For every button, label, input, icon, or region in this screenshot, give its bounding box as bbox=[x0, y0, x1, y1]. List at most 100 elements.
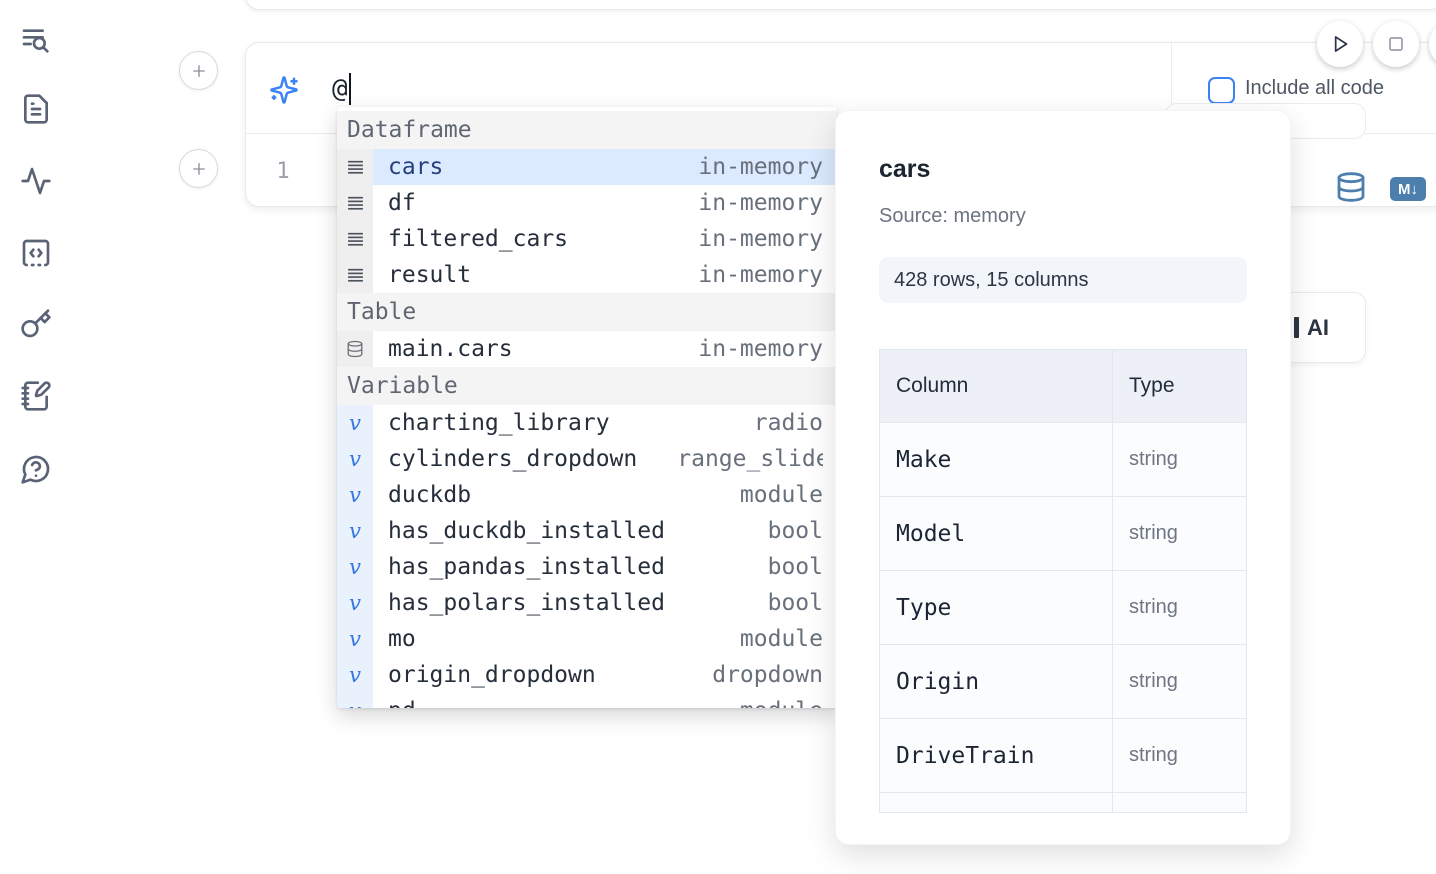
option-type: in-memory bbox=[698, 336, 823, 362]
column-cell: DriveTrain bbox=[880, 719, 1113, 792]
dataframe-preview-panel: cars Source: memory 428 rows, 15 columns… bbox=[835, 110, 1291, 845]
option-origin-dropdown[interactable]: v origin_dropdown dropdown bbox=[337, 657, 837, 693]
schema-row: DriveTrain string bbox=[880, 718, 1246, 792]
sparkles-icon bbox=[269, 75, 299, 105]
key-icon[interactable] bbox=[20, 308, 52, 340]
option-type: module bbox=[740, 626, 823, 652]
clipped-letter bbox=[1294, 317, 1299, 338]
variable-icon: v bbox=[337, 585, 373, 621]
option-name: filtered_cars bbox=[388, 226, 568, 252]
option-df[interactable]: df in-memory bbox=[337, 185, 837, 221]
add-cell-below-button[interactable] bbox=[179, 149, 218, 188]
variable-icon: v bbox=[337, 441, 373, 477]
add-cell-above-button[interactable] bbox=[179, 51, 218, 90]
option-type: in-memory bbox=[698, 226, 823, 252]
option-has-duckdb-installed[interactable]: v has_duckdb_installed bool bbox=[337, 513, 837, 549]
database-icon bbox=[337, 331, 373, 367]
type-cell: string bbox=[1113, 423, 1246, 496]
option-cylinders-dropdown[interactable]: v cylinders_dropdown range_slider bbox=[337, 441, 837, 477]
include-all-code-checkbox[interactable] bbox=[1208, 77, 1235, 104]
option-type: bool bbox=[768, 518, 823, 544]
column-header: Column bbox=[880, 350, 1113, 422]
option-name: cars bbox=[388, 154, 443, 180]
option-name: has_pandas_installed bbox=[388, 554, 665, 580]
variable-icon: v bbox=[337, 621, 373, 657]
notebook-pen-icon[interactable] bbox=[20, 380, 52, 412]
type-header: Type bbox=[1113, 350, 1246, 422]
database-icon[interactable] bbox=[1335, 171, 1367, 203]
option-type: bool bbox=[768, 590, 823, 616]
variable-icon: v bbox=[337, 513, 373, 549]
rows-icon bbox=[337, 149, 373, 185]
list-search-icon[interactable] bbox=[20, 24, 52, 56]
rows-icon bbox=[337, 185, 373, 221]
rows-icon bbox=[337, 257, 373, 293]
variable-icon: v bbox=[337, 693, 373, 708]
run-cell-button[interactable] bbox=[1317, 21, 1363, 67]
markdown-icon[interactable]: M↓ bbox=[1390, 177, 1426, 201]
preview-shape-badge: 428 rows, 15 columns bbox=[879, 257, 1247, 303]
snippets-code-icon[interactable] bbox=[20, 237, 52, 269]
option-name: mo bbox=[388, 626, 416, 652]
option-charting-library[interactable]: v charting_library radio bbox=[337, 405, 837, 441]
column-cell: Make bbox=[880, 423, 1113, 496]
option-type: dropdown bbox=[712, 662, 823, 688]
option-pd[interactable]: v pd module bbox=[337, 693, 837, 708]
previous-cell-edge bbox=[245, 0, 1436, 10]
section-header-dataframe: Dataframe bbox=[337, 111, 837, 149]
sidebar bbox=[0, 0, 72, 874]
schema-row-clipped bbox=[880, 792, 1246, 813]
type-cell bbox=[1113, 793, 1246, 813]
stop-icon bbox=[1383, 31, 1409, 57]
option-cars[interactable]: cars in-memory bbox=[337, 149, 837, 185]
activity-icon[interactable] bbox=[20, 165, 52, 197]
option-type: in-memory bbox=[698, 154, 823, 180]
option-main-cars[interactable]: main.cars in-memory bbox=[337, 331, 837, 367]
preview-source: Source: memory bbox=[879, 205, 1026, 228]
option-type: in-memory bbox=[698, 190, 823, 216]
play-icon bbox=[1327, 31, 1353, 57]
column-cell: Type bbox=[880, 571, 1113, 644]
autocomplete-dropdown: Dataframe cars in-memory df in-memory fi… bbox=[337, 107, 837, 708]
option-name: cylinders_dropdown bbox=[388, 446, 637, 472]
column-cell: Model bbox=[880, 497, 1113, 570]
option-name: origin_dropdown bbox=[388, 662, 596, 688]
option-type: module bbox=[740, 482, 823, 508]
option-duckdb[interactable]: v duckdb module bbox=[337, 477, 837, 513]
option-result[interactable]: result in-memory bbox=[337, 257, 837, 293]
option-name: has_duckdb_installed bbox=[388, 518, 665, 544]
option-type: range_slider bbox=[677, 446, 823, 472]
option-name: duckdb bbox=[388, 482, 471, 508]
help-circle-icon[interactable] bbox=[20, 453, 52, 485]
option-mo[interactable]: v mo module bbox=[337, 621, 837, 657]
schema-row: Model string bbox=[880, 496, 1246, 570]
option-filtered-cars[interactable]: filtered_cars in-memory bbox=[337, 221, 837, 257]
section-header-table: Table bbox=[337, 293, 837, 331]
option-type: radio bbox=[754, 410, 823, 436]
variable-icon: v bbox=[337, 405, 373, 441]
type-cell: string bbox=[1113, 497, 1246, 570]
option-name: main.cars bbox=[388, 336, 513, 362]
variable-icon: v bbox=[337, 477, 373, 513]
option-has-polars-installed[interactable]: v has_polars_installed bool bbox=[337, 585, 837, 621]
text-cursor bbox=[349, 73, 351, 105]
option-type: module bbox=[740, 698, 823, 708]
option-type: in-memory bbox=[698, 262, 823, 288]
option-has-pandas-installed[interactable]: v has_pandas_installed bool bbox=[337, 549, 837, 585]
schema-row: Origin string bbox=[880, 644, 1246, 718]
ai-card-label: AI bbox=[1307, 315, 1329, 341]
stop-button[interactable] bbox=[1373, 21, 1419, 67]
option-name: result bbox=[388, 262, 471, 288]
file-text-icon[interactable] bbox=[20, 93, 52, 125]
schema-header-row: Column Type bbox=[880, 350, 1246, 422]
preview-schema-table: Column Type Make string Model string Typ… bbox=[879, 349, 1247, 813]
option-name: charting_library bbox=[388, 410, 610, 436]
option-name: has_polars_installed bbox=[388, 590, 665, 616]
option-name: df bbox=[388, 190, 416, 216]
prompt-text: @ bbox=[332, 74, 348, 104]
variable-icon: v bbox=[337, 657, 373, 693]
option-type: bool bbox=[768, 554, 823, 580]
rows-icon bbox=[337, 221, 373, 257]
column-cell: Origin bbox=[880, 645, 1113, 718]
type-cell: string bbox=[1113, 719, 1246, 792]
